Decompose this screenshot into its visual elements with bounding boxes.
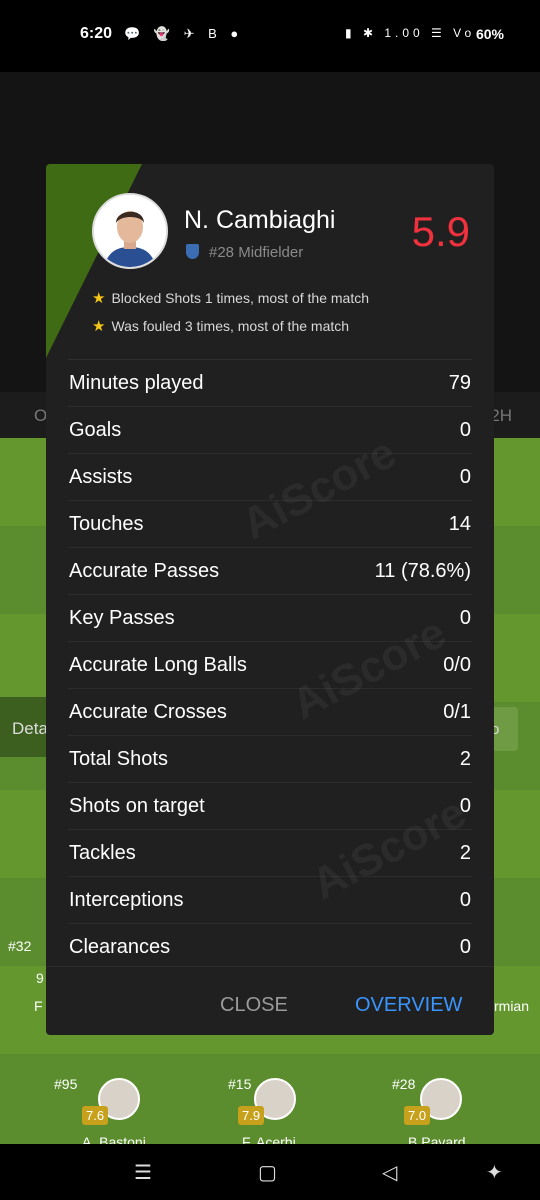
bg-player-number: #15 xyxy=(228,1076,252,1092)
stat-row: Accurate Passes 11 (78.6%) xyxy=(68,547,472,594)
stat-value: 0 xyxy=(459,607,471,629)
stat-row: Minutes played 79 xyxy=(68,359,472,406)
system-nav-bar: ☰ ▢ ◁ ✦ xyxy=(0,1144,540,1200)
highlight-item: ★ Was fouled 3 times, most of the match xyxy=(92,317,349,335)
stat-label: Shots on target xyxy=(69,795,205,817)
stat-row: Interceptions 0 xyxy=(68,876,472,923)
stat-row: Clearances 0 xyxy=(68,923,472,970)
bg-player-name: rmian xyxy=(494,998,530,1014)
system-icons: ▮ ✱ 1.00 ☰ Vo xyxy=(345,26,476,40)
status-bar: 6:20 💬 👻 ✈ B ● ▮ ✱ 1.00 ☰ Vo 60% xyxy=(0,0,540,72)
stat-label: Clearances xyxy=(69,936,171,958)
highlight-text: Was fouled 3 times, most of the match xyxy=(111,318,350,334)
battery-level: 60% xyxy=(475,26,504,42)
back-icon[interactable]: ◁ xyxy=(382,1160,397,1185)
stat-label: Accurate Long Balls xyxy=(69,654,247,676)
bg-player-number: #32 xyxy=(8,938,32,954)
player-photo-icon xyxy=(94,195,166,267)
star-icon: ★ xyxy=(92,290,106,307)
bg-player-rating: 9 xyxy=(36,970,44,986)
bg-player-rating: 7.0 xyxy=(404,1106,431,1125)
stat-label: Assists xyxy=(69,466,133,488)
stat-value: 0 xyxy=(459,466,471,488)
stat-row: Total Shots 2 xyxy=(68,735,472,782)
player-avatar xyxy=(92,193,168,269)
stat-value: 0 xyxy=(459,419,471,441)
stat-label: Interceptions xyxy=(69,889,184,911)
home-icon[interactable]: ▢ xyxy=(258,1160,277,1185)
stat-label: Tackles xyxy=(69,842,136,864)
stat-value: 0/1 xyxy=(443,701,471,723)
stat-value: 79 xyxy=(448,372,471,394)
stat-value: 2 xyxy=(459,842,471,864)
player-meta: #28 Midfielder xyxy=(186,244,303,261)
stat-value: 11 (78.6%) xyxy=(374,560,471,582)
star-icon: ★ xyxy=(92,318,106,335)
stat-label: Key Passes xyxy=(69,607,175,629)
team-crest-icon xyxy=(186,244,199,259)
player-name: N. Cambiaghi xyxy=(184,206,336,234)
bg-player-number: #95 xyxy=(54,1076,78,1092)
accessibility-icon[interactable]: ✦ xyxy=(486,1160,503,1185)
player-position: #28 Midfielder xyxy=(209,244,304,261)
close-button[interactable]: CLOSE xyxy=(220,994,288,1017)
bg-player-rating: 7.6 xyxy=(82,1106,109,1125)
bg-player-name: F xyxy=(34,998,43,1014)
bg-player-rating: 7.9 xyxy=(238,1106,265,1125)
stat-label: Accurate Crosses xyxy=(69,701,227,723)
bg-player-number: #28 xyxy=(392,1076,416,1092)
recent-apps-icon[interactable]: ☰ xyxy=(134,1160,152,1185)
stat-value: 0/0 xyxy=(443,654,471,676)
highlight-item: ★ Blocked Shots 1 times, most of the matc… xyxy=(92,289,369,307)
stat-label: Touches xyxy=(69,513,144,535)
stat-value: 0 xyxy=(459,889,471,911)
player-stats-dialog: N. Cambiaghi #28 Midfielder 5.9 ★ Blocked… xyxy=(46,164,494,1035)
stat-row: Goals 0 xyxy=(68,406,472,453)
stat-row: Accurate Crosses 0/1 xyxy=(68,688,472,735)
status-time: 6:20 xyxy=(80,25,113,42)
highlight-text: Blocked Shots 1 times, most of the match xyxy=(111,290,370,306)
stat-label: Goals xyxy=(69,419,122,441)
stat-value: 0 xyxy=(459,936,471,958)
stat-label: Minutes played xyxy=(69,372,204,394)
stat-label: Total Shots xyxy=(69,748,168,770)
dialog-footer: CLOSE OVERVIEW xyxy=(46,966,494,1035)
notification-icons: 💬 👻 ✈ B ● xyxy=(124,26,244,41)
stat-label: Accurate Passes xyxy=(69,560,220,582)
stat-value: 2 xyxy=(459,748,471,770)
overview-button[interactable]: OVERVIEW xyxy=(355,994,462,1017)
player-rating: 5.9 xyxy=(411,208,470,255)
stat-value: 14 xyxy=(448,513,471,535)
